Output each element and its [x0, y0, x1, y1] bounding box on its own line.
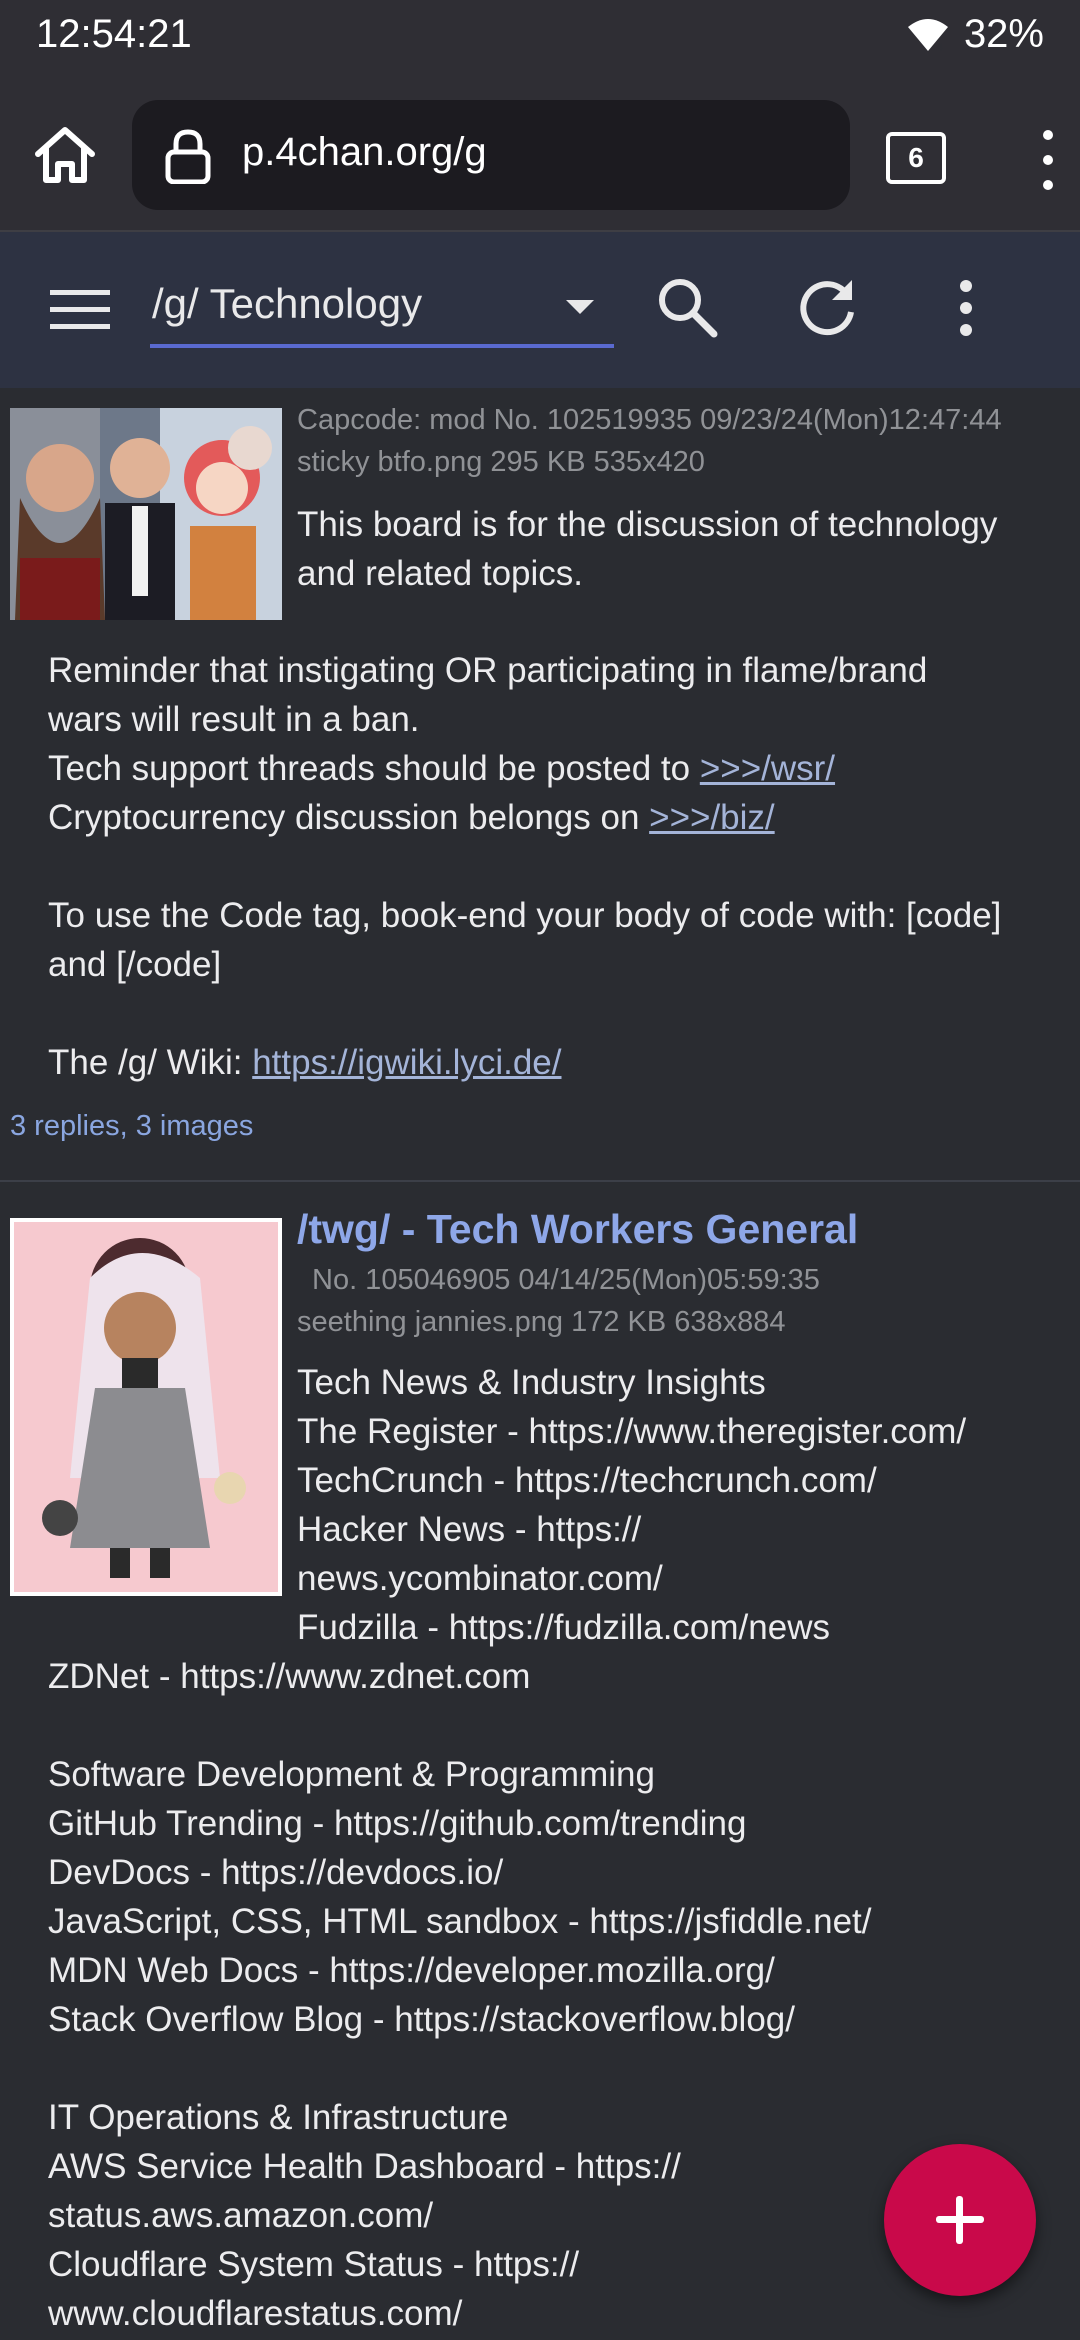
svg-text:4: 4	[936, 40, 943, 53]
thread-subject[interactable]: /twg/ - Tech Workers General	[297, 1206, 858, 1253]
post-body: ZDNet - https://www.zdnet.com Software D…	[48, 1657, 872, 2333]
refresh-icon[interactable]	[796, 276, 858, 338]
post-meta: No. 105046905 04/14/25(Mon)05:59:35	[312, 1264, 820, 1296]
board-link-biz[interactable]: >>>/biz/	[649, 798, 775, 837]
wifi-icon: 4	[907, 18, 948, 53]
thread-card-sticky[interactable]: Capcode: mod No. 102519935 09/23/24(Mon)…	[0, 390, 1080, 1180]
post-intro: This board is for the discussion of tech…	[297, 505, 998, 593]
board-selector-label: /g/ Technology	[152, 280, 423, 327]
new-thread-button[interactable]	[884, 2144, 1036, 2296]
thread-thumbnail[interactable]	[10, 1218, 282, 1596]
board-link-wsr[interactable]: >>>/wsr/	[700, 749, 835, 788]
dropdown-arrow-icon	[566, 300, 594, 314]
overflow-menu-icon[interactable]	[956, 278, 976, 338]
search-icon[interactable]	[656, 276, 718, 338]
app-toolbar: /g/ Technology	[0, 232, 1080, 388]
status-time: 12:54:21	[36, 12, 192, 56]
status-bar: 12:54:21 4 32%	[0, 0, 1080, 70]
lock-icon	[165, 129, 211, 184]
post-file-info[interactable]: sticky btfo.png 295 KB 535x420	[297, 446, 705, 479]
thread-thumbnail[interactable]	[10, 408, 282, 620]
reply-count[interactable]: 3 replies, 3 images	[10, 1110, 253, 1143]
wiki-link[interactable]: https://igwiki.lyci.de/	[252, 1043, 561, 1082]
browser-bar: p.4chan.org/g 6	[0, 70, 1080, 232]
home-icon[interactable]	[30, 120, 100, 190]
battery-percent: 32%	[963, 12, 1044, 56]
tab-switcher-button[interactable]: 6	[886, 132, 946, 184]
board-selector[interactable]: /g/ Technology	[150, 272, 614, 348]
address-bar[interactable]: p.4chan.org/g	[132, 100, 850, 210]
url-text: p.4chan.org/g	[242, 130, 487, 174]
post-body: Reminder that instigating OR participati…	[48, 651, 1002, 1082]
hamburger-menu-icon[interactable]	[50, 288, 110, 332]
post-file-info[interactable]: seething jannies.png 172 KB 638x884	[297, 1306, 786, 1339]
post-intro: Tech News & Industry Insights The Regist…	[297, 1363, 967, 1647]
post-meta: Capcode: mod No. 102519935 09/23/24(Mon)…	[297, 404, 1002, 436]
browser-menu-icon[interactable]	[1038, 125, 1058, 195]
